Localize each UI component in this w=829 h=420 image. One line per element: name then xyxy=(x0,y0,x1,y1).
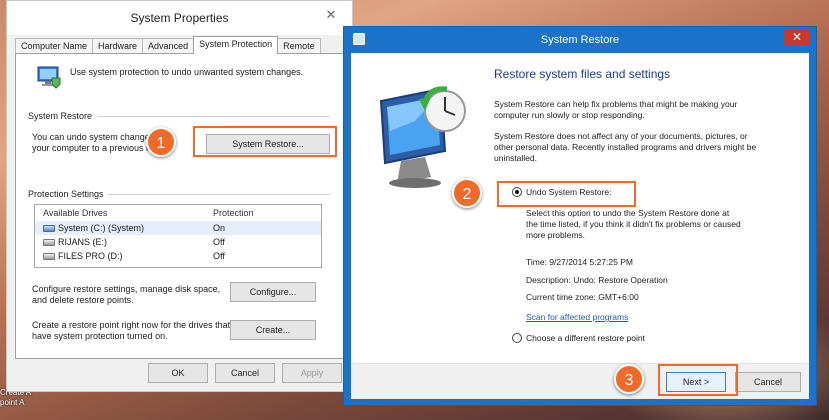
tab-strip: Computer Name Hardware Advanced System P… xyxy=(15,36,321,54)
wizard-footer: Next > Cancel xyxy=(351,363,809,399)
intro-paragraph: System Restore can help fix problems tha… xyxy=(494,99,794,121)
create-button[interactable]: Create... xyxy=(230,320,316,340)
close-button[interactable]: ✕ xyxy=(784,29,810,46)
highlight-undo-option xyxy=(497,181,636,207)
drive-name: System (C:) (System) xyxy=(58,223,145,233)
intro-text: Use system protection to undo unwanted s… xyxy=(70,67,304,77)
system-protection-icon xyxy=(37,66,61,89)
cancel-button[interactable]: Cancel xyxy=(215,363,275,383)
drives-list-header: Available Drives Protection xyxy=(35,205,321,221)
column-header-drives[interactable]: Available Drives xyxy=(35,205,203,221)
close-button[interactable]: ✕ xyxy=(318,6,344,24)
drive-protection: Off xyxy=(213,237,225,247)
step-1-callout: 1 xyxy=(146,127,176,157)
tab-advanced[interactable]: Advanced xyxy=(142,38,195,54)
undo-desc-line2: the time listed, if you think it didn't … xyxy=(526,219,741,229)
radio-unselected-icon[interactable] xyxy=(512,333,522,343)
column-header-protection[interactable]: Protection xyxy=(203,205,321,221)
drives-list[interactable]: Available Drives Protection System (C:) … xyxy=(34,204,322,268)
protection-settings-group-label: Protection Settings xyxy=(28,189,104,199)
create-desc-line2: have system protection turned on. xyxy=(32,331,168,341)
tab-remote[interactable]: Remote xyxy=(277,38,321,54)
ok-button[interactable]: OK xyxy=(148,363,208,383)
info-line3: uninstalled. xyxy=(494,153,538,163)
wizard-content: Restore system files and settings System… xyxy=(351,53,809,399)
drive-icon xyxy=(43,238,55,246)
tab-hardware[interactable]: Hardware xyxy=(92,38,144,54)
configure-desc-line2: and delete restore points. xyxy=(32,295,134,305)
create-desc: Create a restore point right now for the… xyxy=(32,320,230,342)
configure-button[interactable]: Configure... xyxy=(230,282,316,302)
system-restore-desc: You can undo system change your computer… xyxy=(32,132,150,154)
restore-description: Description: Undo: Restore Operation xyxy=(526,275,668,285)
tab-computer-name[interactable]: Computer Name xyxy=(15,38,94,54)
drive-name: RIJANS (E:) xyxy=(58,237,108,247)
window-title: System Restore xyxy=(540,34,620,46)
drive-name: FILES PRO (D:) xyxy=(58,251,123,261)
configure-desc-line1: Configure restore settings, manage disk … xyxy=(32,284,221,294)
list-item[interactable]: FILES PRO (D:) Off xyxy=(35,249,321,263)
drive-protection: On xyxy=(213,223,226,233)
apply-button[interactable]: Apply xyxy=(282,363,342,383)
list-item[interactable]: RIJANS (E:) Off xyxy=(35,235,321,249)
step-3-callout: 3 xyxy=(614,364,644,394)
system-restore-group-label: System Restore xyxy=(28,111,93,121)
drive-protection: Off xyxy=(213,251,225,261)
tab-system-protection[interactable]: System Protection xyxy=(193,36,279,54)
undo-desc-line1: Select this option to undo the System Re… xyxy=(526,208,730,218)
highlight-next-button xyxy=(658,364,738,396)
info-line2: other personal data. Recently installed … xyxy=(494,142,757,152)
wizard-heading: Restore system files and settings xyxy=(494,67,671,81)
system-restore-app-icon xyxy=(353,33,365,45)
info-line1: System Restore does not affect any of yo… xyxy=(494,131,748,141)
configure-desc: Configure restore settings, manage disk … xyxy=(32,284,220,306)
info-paragraph: System Restore does not affect any of yo… xyxy=(494,131,794,164)
title-bar[interactable]: System Restore ✕ xyxy=(344,27,816,53)
window-title: System Properties xyxy=(130,11,229,25)
choose-different-option[interactable]: Choose a different restore point xyxy=(512,333,645,343)
undo-description: Select this option to undo the System Re… xyxy=(526,208,786,241)
intro-line2: computer run slowly or stop responding. xyxy=(494,110,645,120)
scan-affected-programs-link[interactable]: Scan for affected programs xyxy=(526,312,628,323)
group-divider xyxy=(98,116,330,117)
cancel-button[interactable]: Cancel xyxy=(735,372,801,392)
system-restore-window: System Restore ✕ Restore system files an… xyxy=(343,26,817,406)
choose-different-label: Choose a different restore point xyxy=(526,333,645,343)
list-item[interactable]: System (C:) (System) On xyxy=(35,221,321,235)
system-restore-desc-line2: your computer to a previous r xyxy=(32,143,150,153)
restore-time: Time: 9/27/2014 5:27:25 PM xyxy=(526,257,633,267)
highlight-system-restore xyxy=(193,126,337,157)
intro-line1: System Restore can help fix problems tha… xyxy=(494,99,738,109)
undo-desc-line3: more problems. xyxy=(526,230,586,240)
step-2-callout: 2 xyxy=(452,178,482,208)
desktop-label-line2: point A xyxy=(0,398,25,407)
restore-monitor-icon xyxy=(379,86,466,188)
system-restore-desc-line1: You can undo system change xyxy=(32,132,150,142)
title-bar[interactable]: System Properties ✕ xyxy=(7,1,352,35)
system-drive-icon xyxy=(43,224,55,232)
drive-icon xyxy=(43,252,55,260)
system-properties-window: System Properties ✕ Computer Name Hardwa… xyxy=(6,0,353,392)
system-protection-panel: Use system protection to undo unwanted s… xyxy=(15,53,345,359)
current-timezone: Current time zone: GMT+6:00 xyxy=(526,292,639,302)
group-divider xyxy=(108,194,330,195)
create-desc-line1: Create a restore point right now for the… xyxy=(32,320,231,330)
